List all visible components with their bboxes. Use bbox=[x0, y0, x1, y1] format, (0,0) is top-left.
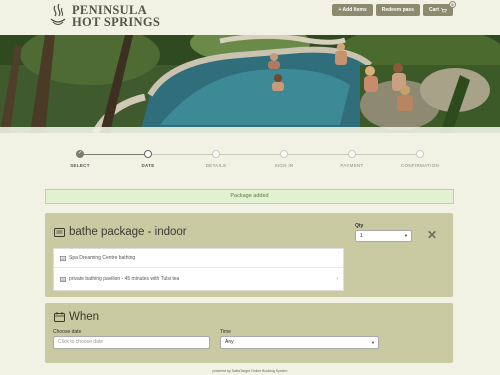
add-items-button[interactable]: + Add Items bbox=[332, 4, 373, 16]
cart-icon bbox=[441, 7, 447, 13]
step-details: DETAILS bbox=[186, 148, 246, 168]
chevron-down-icon: ▼ bbox=[371, 340, 375, 345]
step-dot bbox=[348, 150, 356, 158]
step-dot bbox=[144, 150, 152, 158]
package-title-text: bathe package - indoor bbox=[69, 226, 187, 238]
chevron-down-icon: ▼ bbox=[404, 233, 408, 238]
step-dot bbox=[416, 150, 424, 158]
cart-label: Cart bbox=[428, 7, 439, 13]
date-label: Choose date bbox=[53, 329, 82, 335]
qty-select[interactable]: 1 ▼ bbox=[355, 230, 412, 242]
when-panel: When Choose date Click to choose date Ti… bbox=[45, 303, 453, 363]
step-check-icon bbox=[76, 150, 84, 158]
list-item[interactable]: private bathing pavilion - 45 minutes wi… bbox=[54, 268, 343, 290]
time-label: Time bbox=[220, 329, 231, 335]
chevron-right-icon: › bbox=[336, 276, 338, 282]
package-panel: bathe package - indoor Spa Dreaming Cent… bbox=[45, 213, 453, 297]
package-title: bathe package - indoor bbox=[54, 226, 187, 238]
step-label: PAYMENT bbox=[340, 163, 364, 168]
header-actions: + Add Items Redeem pass Cart 0 bbox=[332, 1, 456, 16]
step-label: SIGN IN bbox=[274, 163, 294, 168]
step-payment: PAYMENT bbox=[322, 148, 382, 168]
time-select[interactable]: Any ▼ bbox=[220, 336, 379, 349]
list-item-label: Spa Dreaming Centre bathing bbox=[69, 255, 136, 261]
list-icon bbox=[54, 227, 65, 237]
time-value: Any bbox=[225, 339, 234, 345]
when-title-text: When bbox=[69, 311, 100, 323]
when-title: When bbox=[54, 311, 99, 323]
list-icon bbox=[60, 276, 66, 282]
footer-text: powered by SalesTarget Online Booking Sy… bbox=[212, 369, 288, 373]
package-added-alert: Package added bbox=[45, 189, 454, 204]
cart-count-badge: 0 bbox=[449, 1, 456, 8]
qty-value: 1 bbox=[360, 233, 363, 239]
step-dot bbox=[212, 150, 220, 158]
hero-image bbox=[0, 35, 500, 133]
step-dot bbox=[280, 150, 288, 158]
step-select[interactable]: SELECT bbox=[50, 148, 110, 168]
booking-progress: SELECT DATE DETAILS SIGN IN PAYMENT CONF… bbox=[60, 148, 440, 172]
list-icon bbox=[60, 255, 66, 261]
step-label: DATE bbox=[141, 163, 155, 168]
site-logo[interactable]: PENINSULA HOT SPRINGS bbox=[50, 4, 160, 28]
calendar-icon bbox=[54, 312, 65, 322]
hot-springs-photo bbox=[0, 35, 500, 133]
logo-line2: HOT SPRINGS bbox=[72, 15, 161, 29]
cart-button[interactable]: Cart 0 bbox=[422, 1, 456, 16]
site-header: PENINSULA HOT SPRINGS + Add Items Redeem… bbox=[0, 0, 500, 35]
redeem-pass-button[interactable]: Redeem pass bbox=[375, 4, 420, 16]
step-confirmation: CONFIRMATION bbox=[390, 148, 450, 168]
list-item: Spa Dreaming Centre bathing bbox=[54, 249, 343, 268]
step-sign-in: SIGN IN bbox=[254, 148, 314, 168]
logo-text: PENINSULA HOT SPRINGS bbox=[72, 4, 161, 29]
step-label: DETAILS bbox=[205, 163, 227, 168]
date-field[interactable]: Click to choose date bbox=[53, 336, 210, 349]
steam-logo-icon bbox=[50, 4, 66, 25]
qty-label: Qty bbox=[355, 223, 364, 229]
step-date[interactable]: DATE bbox=[118, 148, 178, 168]
step-label: SELECT bbox=[70, 163, 90, 168]
package-items-list: Spa Dreaming Centre bathing private bath… bbox=[53, 248, 344, 291]
step-label: CONFIRMATION bbox=[400, 163, 439, 168]
close-icon[interactable]: ✕ bbox=[427, 228, 437, 242]
list-item-label: private bathing pavilion - 45 minutes wi… bbox=[69, 276, 180, 282]
